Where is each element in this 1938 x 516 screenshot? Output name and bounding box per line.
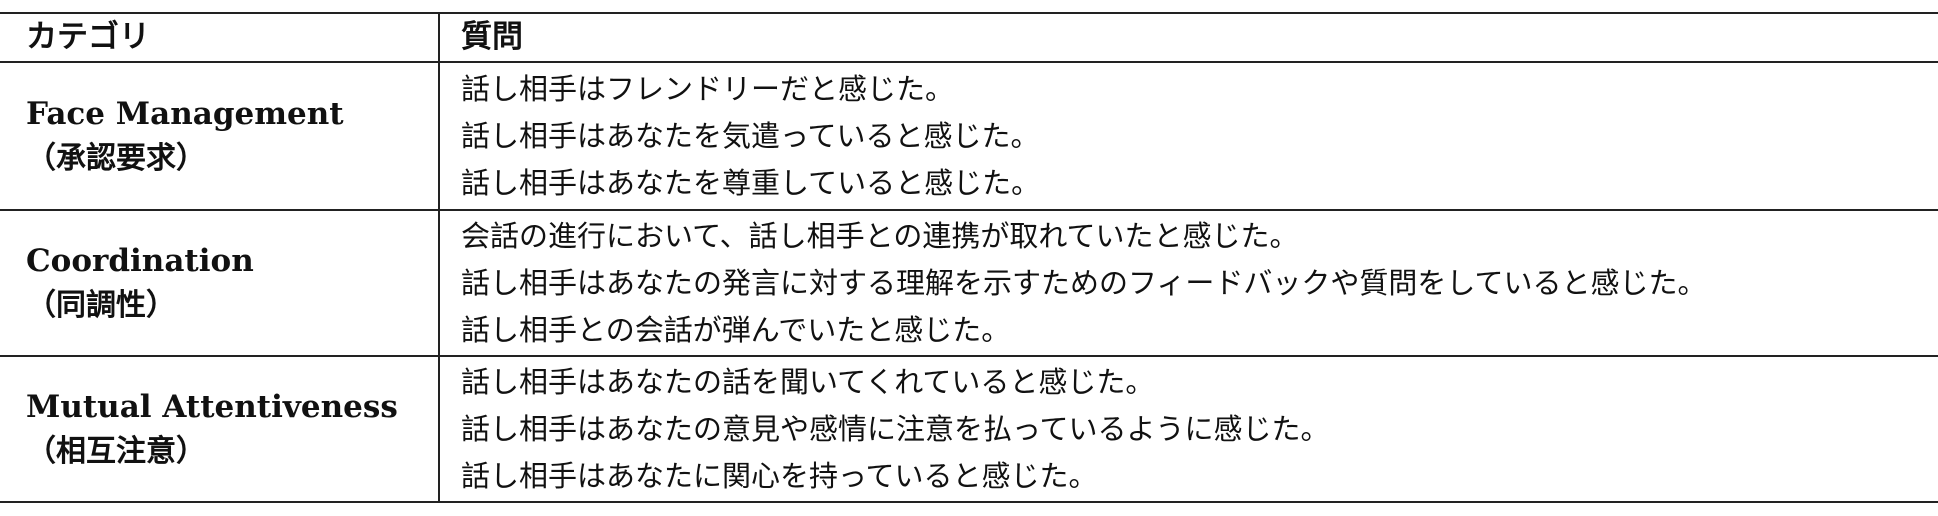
question-item: 話し相手はあなたを尊重していると感じた。	[461, 165, 1041, 200]
question-cell: 話し相手はあなたの話を聞いてくれていると感じた。 話し相手はあなたの意見や感情に…	[461, 357, 1933, 501]
category-cell: Mutual Attentiveness （相互注意）	[26, 357, 436, 501]
question-item: 話し相手はあなたに関心を持っていると感じた。	[461, 458, 1098, 493]
question-item: 話し相手との会話が弾んでいたと感じた。	[461, 312, 1011, 347]
category-name-ja: （承認要求）	[26, 141, 206, 176]
table-row-group: Face Management （承認要求） 話し相手はフレンドリーだと感じた。…	[0, 63, 1938, 209]
column-header-question: 質問	[461, 19, 523, 55]
category-name-ja: （相互注意）	[26, 434, 206, 469]
table-row-group: Coordination （同調性） 会話の進行において、話し相手との連携が取れ…	[0, 211, 1938, 355]
question-item: 会話の進行において、話し相手との連携が取れていたと感じた。	[461, 218, 1299, 253]
column-header-category: カテゴリ	[26, 19, 150, 55]
category-name-ja: （同調性）	[26, 288, 176, 323]
category-cell: Face Management （承認要求）	[26, 63, 436, 209]
category-name-en: Mutual Attentiveness	[26, 389, 398, 425]
question-item: 話し相手はあなたの発言に対する理解を示すためのフィードバックや質問をしていると感…	[461, 265, 1707, 300]
table-top-rule	[0, 12, 1938, 14]
category-name-en: Coordination	[26, 243, 254, 279]
question-item: 話し相手はあなたの話を聞いてくれていると感じた。	[461, 364, 1155, 399]
question-cell: 話し相手はフレンドリーだと感じた。 話し相手はあなたを気遣っていると感じた。 話…	[461, 63, 1933, 209]
question-item: 話し相手はあなたを気遣っていると感じた。	[461, 118, 1040, 153]
table-row-group: Mutual Attentiveness （相互注意） 話し相手はあなたの話を聞…	[0, 357, 1938, 501]
question-item: 話し相手はフレンドリーだと感じた。	[461, 71, 955, 106]
category-name-en: Face Management	[26, 96, 344, 132]
questionnaire-table: カテゴリ 質問 Face Management （承認要求） 話し相手はフレンド…	[0, 0, 1938, 508]
table-bottom-rule	[0, 501, 1938, 503]
category-cell: Coordination （同調性）	[26, 211, 436, 355]
question-cell: 会話の進行において、話し相手との連携が取れていたと感じた。 話し相手はあなたの発…	[461, 211, 1933, 355]
question-item: 話し相手はあなたの意見や感情に注意を払っているように感じた。	[461, 411, 1330, 446]
